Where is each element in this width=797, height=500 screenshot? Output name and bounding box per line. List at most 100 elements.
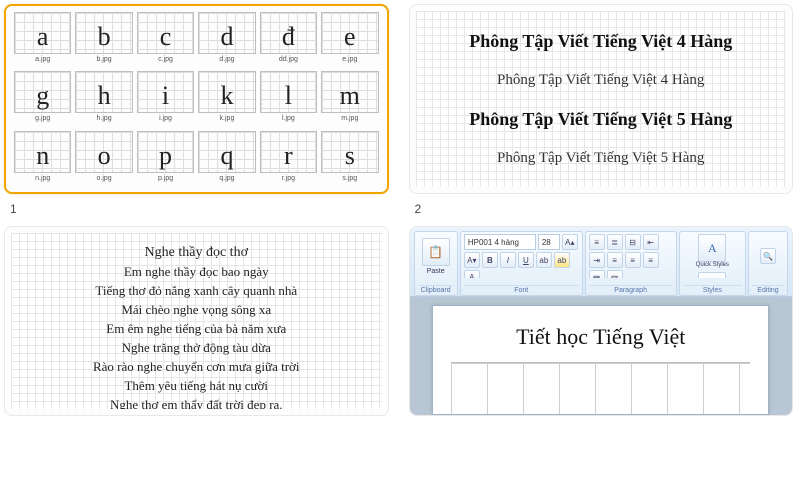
sample-line: Phông Tập Viết Tiếng Việt 5 Hàng xyxy=(497,150,704,167)
ribbon-group-label: Font xyxy=(464,285,579,294)
poem-line: Rào rào nghe chuyển cơn mưa giữa trời xyxy=(93,359,300,375)
letter-tile[interactable]: ll.jpg xyxy=(260,71,317,128)
letter-tile[interactable]: c c.jpg xyxy=(137,12,194,69)
letter-tile[interactable]: rr.jpg xyxy=(260,131,317,188)
letter-glyph: n xyxy=(36,143,49,169)
bold-icon[interactable]: B xyxy=(482,252,498,268)
letter-tile-box: o xyxy=(75,131,132,173)
letter-filename: dd.jpg xyxy=(279,56,298,63)
poem-line: Thêm yêu tiếng hát nụ cười xyxy=(124,378,268,394)
letter-glyph: g xyxy=(36,83,49,109)
thumbnail-3[interactable]: Nghe thầy đọc thơ Em nghe thầy đọc bao n… xyxy=(4,226,389,416)
letter-tile[interactable]: ss.jpg xyxy=(321,131,378,188)
shading-icon[interactable]: ▦ xyxy=(589,270,605,278)
poem-line: Em êm nghe tiếng của bà năm xưa xyxy=(106,321,286,337)
letter-glyph: m xyxy=(340,83,360,109)
sample-line: Phông Tập Viết Tiếng Việt 4 Hàng xyxy=(469,31,732,52)
ribbon: 📋 Paste Clipboard HP001 4 hàng 28 A▴ A▾ … xyxy=(410,227,793,297)
poem-line: Nghe trăng thở động tàu dừa xyxy=(122,340,271,356)
letter-glyph: k xyxy=(220,83,233,109)
letter-glyph: q xyxy=(220,143,233,169)
letter-filename: i.jpg xyxy=(159,115,172,122)
thumbnail-1[interactable]: aa.jpgbb.jpgcc.jpgdd.jpgđdd.jpgee.jpggg.… xyxy=(4,4,389,194)
find-icon[interactable]: 🔍 xyxy=(760,248,776,264)
letter-tile[interactable]: ee.jpg xyxy=(321,12,378,69)
thumbnail-1-caption: 1 xyxy=(4,200,389,220)
letter-tile[interactable]: dd.jpg xyxy=(198,12,255,69)
poem-line: Mái chèo nghe vọng sông xa xyxy=(121,302,271,318)
font-color-icon[interactable]: A xyxy=(464,270,480,278)
letter-tile[interactable]: bb.jpg xyxy=(75,12,132,69)
ribbon-group-paragraph: ≡ ≣ ⊟ ⇤ ⇥ ≡ ≡ ≡ ▦ ▥ Paragraph xyxy=(585,231,677,296)
letter-tile[interactable]: mm.jpg xyxy=(321,71,378,128)
sample-line: Phông Tập Viết Tiếng Việt 5 Hàng xyxy=(469,109,732,130)
change-styles-icon[interactable]: A xyxy=(698,272,726,278)
letter-tile[interactable]: g g.jpg xyxy=(14,71,71,128)
letter-glyph: o xyxy=(98,143,111,169)
letter-tile-box: a xyxy=(14,12,71,54)
letter-glyph: d xyxy=(220,24,233,50)
letter-tile[interactable]: i i.jpg xyxy=(137,71,194,128)
italic-icon[interactable]: I xyxy=(500,252,516,268)
letter-glyph: b xyxy=(98,24,111,50)
shrink-font-icon[interactable]: A▾ xyxy=(464,252,480,268)
borders-icon[interactable]: ▥ xyxy=(607,270,623,278)
letter-glyph: a xyxy=(37,24,49,50)
highlight-icon[interactable]: ab xyxy=(554,252,570,268)
ribbon-group-editing: 🔍 Editing xyxy=(748,231,788,296)
paste-button[interactable]: Paste xyxy=(427,268,445,275)
align-right-icon[interactable]: ≡ xyxy=(643,252,659,268)
quick-styles-icon[interactable]: A xyxy=(698,234,726,262)
letter-tile[interactable]: pp.jpg xyxy=(137,131,194,188)
paste-icon[interactable]: 📋 xyxy=(422,238,450,266)
letter-tile-box: đ xyxy=(260,12,317,54)
thumbnail-2-caption: 2 xyxy=(409,200,794,220)
multilevel-icon[interactable]: ⊟ xyxy=(625,234,641,250)
font-name-select[interactable]: HP001 4 hàng xyxy=(464,234,536,250)
letter-filename: a.jpg xyxy=(35,56,50,63)
letter-tile-box: n xyxy=(14,131,71,173)
poem-title: Nghe thầy đọc thơ xyxy=(145,245,248,261)
letter-filename: k.jpg xyxy=(220,115,235,122)
letter-filename: g.jpg xyxy=(35,115,50,122)
letter-glyph: i xyxy=(162,83,169,109)
ribbon-group-label: Clipboard xyxy=(418,285,454,294)
align-center-icon[interactable]: ≡ xyxy=(625,252,641,268)
ribbon-group-styles: A Quick Styles A Change Styles Styles xyxy=(679,231,746,296)
letter-tile-box: c xyxy=(137,12,194,54)
poem-line: Em nghe thầy đọc bao ngày xyxy=(124,264,269,280)
indent-right-icon[interactable]: ⇥ xyxy=(589,252,605,268)
letter-tile-box: e xyxy=(321,12,378,54)
font-samples: Phông Tập Viết Tiếng Việt 4 Hàng Phông T… xyxy=(416,11,787,187)
quick-styles-button[interactable]: Quick Styles xyxy=(696,262,729,268)
letter-filename: c.jpg xyxy=(158,56,173,63)
ribbon-group-label: Styles xyxy=(683,285,742,294)
letter-tile-box: h xyxy=(75,71,132,113)
bullets-icon[interactable]: ≡ xyxy=(589,234,605,250)
letter-glyph: e xyxy=(344,24,356,50)
grow-font-icon[interactable]: A▴ xyxy=(562,234,578,250)
letter-tile[interactable]: oo.jpg xyxy=(75,131,132,188)
strike-icon[interactable]: ab xyxy=(536,252,552,268)
numbering-icon[interactable]: ≣ xyxy=(607,234,623,250)
letter-tile[interactable]: k k.jpg xyxy=(198,71,255,128)
thumbnail-4[interactable]: 📋 Paste Clipboard HP001 4 hàng 28 A▴ A▾ … xyxy=(409,226,794,416)
underline-icon[interactable]: U xyxy=(518,252,534,268)
document-page[interactable]: Tiết học Tiếng Việt xyxy=(432,305,769,415)
letter-tile-box: p xyxy=(137,131,194,173)
thumbnail-2[interactable]: Phông Tập Viết Tiếng Việt 4 Hàng Phông T… xyxy=(409,4,794,194)
letter-tile-box: g xyxy=(14,71,71,113)
letter-tiles-grid: aa.jpgbb.jpgcc.jpgdd.jpgđdd.jpgee.jpggg.… xyxy=(6,6,387,192)
font-size-select[interactable]: 28 xyxy=(538,234,560,250)
sample-line: Phông Tập Viết Tiếng Việt 4 Hàng xyxy=(497,72,704,89)
indent-left-icon[interactable]: ⇤ xyxy=(643,234,659,250)
align-left-icon[interactable]: ≡ xyxy=(607,252,623,268)
letter-tile[interactable]: qq.jpg xyxy=(198,131,255,188)
letter-tile[interactable]: nn.jpg xyxy=(14,131,71,188)
letter-tile[interactable]: a a.jpg xyxy=(14,12,71,69)
letter-tile[interactable]: hh.jpg xyxy=(75,71,132,128)
letter-tile[interactable]: đ dd.jpg xyxy=(260,12,317,69)
document-area: Tiết học Tiếng Việt xyxy=(410,297,793,415)
ribbon-group-label: Paragraph xyxy=(589,285,673,294)
letter-filename: l.jpg xyxy=(282,115,295,122)
